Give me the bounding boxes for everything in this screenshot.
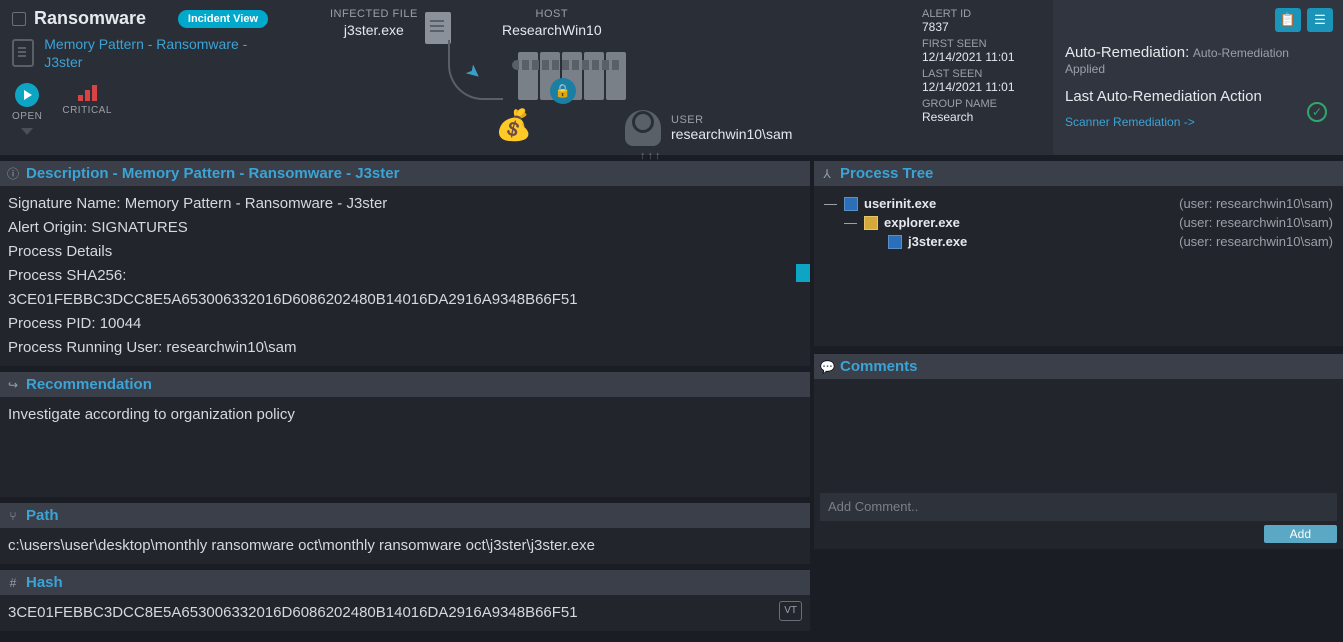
recommendation-icon: ↪ xyxy=(6,378,20,392)
process-tree-title: Process Tree xyxy=(840,165,933,182)
play-icon[interactable] xyxy=(15,83,39,107)
process-icon xyxy=(864,216,878,230)
alert-id-label: ALERT ID xyxy=(922,8,1049,20)
incident-subtitle[interactable]: Memory Pattern - Ransomware - J3ster xyxy=(44,35,268,71)
incident-summary-panel: Ransomware Incident View Memory Pattern … xyxy=(0,0,280,155)
process-tree-row[interactable]: — userinit.exe (user: researchwin10\sam) xyxy=(824,194,1333,213)
process-user: (user: researchwin10\sam) xyxy=(1179,215,1333,230)
desc-sig-name: Signature Name: Memory Pattern - Ransomw… xyxy=(8,192,802,216)
hash-value: 3CE01FEBBC3DCC8E5A653006332016D608620248… xyxy=(8,604,578,621)
tree-icon: ⅄ xyxy=(820,167,834,181)
chain-icon xyxy=(512,60,622,70)
money-bag-icon: 💰 xyxy=(495,108,532,143)
first-seen-label: FIRST SEEN xyxy=(922,38,1049,50)
hash-body: 3CE01FEBBC3DCC8E5A653006332016D608620248… xyxy=(0,595,810,631)
desc-running-user: Process Running User: researchwin10\sam xyxy=(8,336,802,360)
group-name-value: Research xyxy=(922,110,1049,124)
desc-proc-details: Process Details xyxy=(8,240,802,264)
path-title: Path xyxy=(26,507,59,524)
last-seen-label: LAST SEEN xyxy=(922,68,1049,80)
recommendation-text: Investigate according to organization po… xyxy=(8,403,802,427)
desc-pid: Process PID: 10044 xyxy=(8,312,802,336)
alert-metadata: ALERT ID 7837 FIRST SEEN 12/14/2021 11:0… xyxy=(918,0,1053,155)
document-icon xyxy=(12,39,34,67)
collapse-icon[interactable]: — xyxy=(824,196,838,211)
comments-body: Add Comment.. Add xyxy=(814,379,1343,549)
add-comment-button[interactable]: Add xyxy=(1264,525,1337,543)
comment-input[interactable]: Add Comment.. xyxy=(820,493,1337,521)
path-icon: ⑂ xyxy=(6,509,20,523)
lock-icon xyxy=(550,78,576,104)
host-name: ResearchWin10 xyxy=(502,22,602,38)
scrollbar-thumb[interactable] xyxy=(796,264,810,282)
incident-view-badge[interactable]: Incident View xyxy=(178,10,268,28)
list-view-button[interactable]: ☰ xyxy=(1307,8,1333,32)
hash-icon: # xyxy=(6,576,20,590)
select-incident-checkbox[interactable] xyxy=(12,12,26,26)
infected-file-label: INFECTED FILE xyxy=(330,8,418,20)
auto-remediation-label: Auto-Remediation: xyxy=(1065,44,1189,61)
last-action-label: Last Auto-Remediation Action xyxy=(1065,88,1331,105)
alert-id-value: 7837 xyxy=(922,20,1049,34)
group-name-label: GROUP NAME xyxy=(922,98,1049,110)
process-tree-row[interactable]: — explorer.exe (user: researchwin10\sam) xyxy=(824,213,1333,232)
check-circle-icon: ✓ xyxy=(1307,102,1327,122)
process-name: userinit.exe xyxy=(864,196,936,211)
user-label: USER xyxy=(671,114,792,126)
process-name: explorer.exe xyxy=(884,215,960,230)
scanner-remediation-link[interactable]: Scanner Remediation -> xyxy=(1065,115,1195,129)
hash-title: Hash xyxy=(26,574,63,591)
severity-bars-icon xyxy=(78,83,97,101)
incident-graph: INFECTED FILE j3ster.exe ➤ HOST Research… xyxy=(280,0,918,155)
process-name: j3ster.exe xyxy=(908,234,967,249)
user-icon xyxy=(625,110,661,146)
process-user: (user: researchwin10\sam) xyxy=(1179,196,1333,211)
infected-filename: j3ster.exe xyxy=(330,22,418,38)
user-name: researchwin10\sam xyxy=(671,126,792,142)
process-tree-row[interactable]: j3ster.exe (user: researchwin10\sam) xyxy=(824,232,1333,251)
host-label: HOST xyxy=(502,8,602,20)
process-icon xyxy=(844,197,858,211)
critical-label: CRITICAL xyxy=(62,105,112,116)
open-status-label: OPEN xyxy=(12,111,42,122)
virustotal-badge[interactable]: VT xyxy=(779,601,802,621)
desc-sha256: 3CE01FEBBC3DCC8E5A653006332016D608620248… xyxy=(8,288,802,312)
path-value: c:\users\user\desktop\monthly ransomware… xyxy=(0,528,810,564)
process-tree-body: — userinit.exe (user: researchwin10\sam) — e… xyxy=(814,186,1343,346)
recommendation-title: Recommendation xyxy=(26,376,152,393)
description-body: Signature Name: Memory Pattern - Ransomw… xyxy=(0,186,810,366)
recommendation-body: Investigate according to organization po… xyxy=(0,397,810,497)
process-user: (user: researchwin10\sam) xyxy=(1179,234,1333,249)
desc-sha256-label: Process SHA256: xyxy=(8,264,802,288)
last-seen-value: 12/14/2021 11:01 xyxy=(922,80,1049,94)
description-title: Description - Memory Pattern - Ransomwar… xyxy=(26,165,399,182)
comment-icon: 💬 xyxy=(820,360,834,374)
incident-title: Ransomware xyxy=(34,8,170,29)
collapse-icon[interactable]: — xyxy=(844,215,858,230)
process-icon xyxy=(888,235,902,249)
clipboard-button[interactable]: 📋 xyxy=(1275,8,1301,32)
first-seen-value: 12/14/2021 11:01 xyxy=(922,50,1049,64)
remediation-panel: 📋 ☰ Auto-Remediation: Auto-Remediation A… xyxy=(1053,0,1343,155)
expand-arrows-icon[interactable]: ↑↑↑ xyxy=(640,150,663,162)
comments-title: Comments xyxy=(840,358,918,375)
info-icon: ⓘ xyxy=(6,165,20,182)
desc-origin: Alert Origin: SIGNATURES xyxy=(8,216,802,240)
chevron-down-icon[interactable] xyxy=(21,128,33,135)
